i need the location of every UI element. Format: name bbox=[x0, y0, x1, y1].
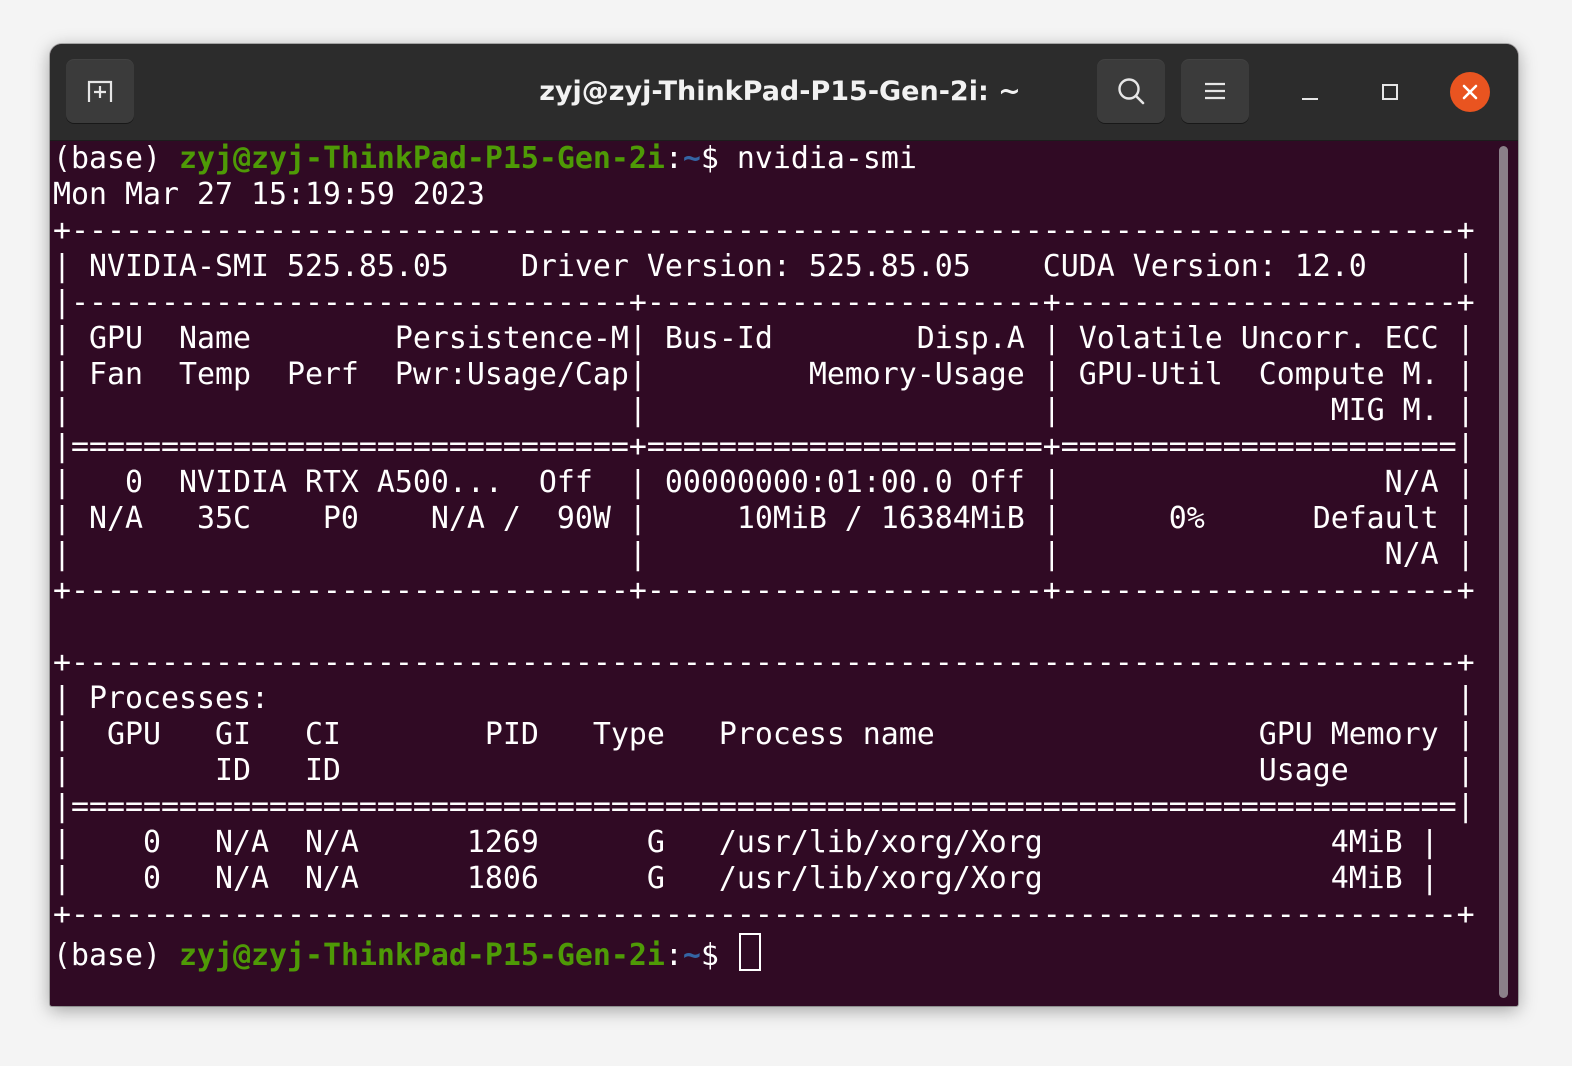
new-tab-icon bbox=[87, 80, 113, 102]
output-line: | | | MIG M. | bbox=[53, 393, 1475, 428]
terminal-output[interactable]: (base) zyj@zyj-ThinkPad-P15-Gen-2i:~$ nv… bbox=[53, 141, 1493, 1003]
prompt-user-host: zyj@zyj-ThinkPad-P15-Gen-2i bbox=[178, 938, 665, 973]
output-line: | 0 N/A N/A 1269 G /usr/lib/xorg/Xorg 4M… bbox=[53, 825, 1439, 860]
title-bar[interactable]: zyj@zyj-ThinkPad-P15-Gen-2i: ~ bbox=[50, 44, 1518, 141]
output-line: | 0 N/A N/A 1806 G /usr/lib/xorg/Xorg 4M… bbox=[53, 861, 1439, 896]
minimize-icon bbox=[1302, 98, 1318, 100]
prompt-symbol: $ bbox=[700, 938, 737, 973]
close-button[interactable] bbox=[1450, 72, 1490, 112]
output-line: | NVIDIA-SMI 525.85.05 Driver Version: 5… bbox=[53, 249, 1475, 284]
output-line: | GPU Name Persistence-M| Bus-Id Disp.A … bbox=[53, 321, 1475, 356]
prompt-user-host: zyj@zyj-ThinkPad-P15-Gen-2i bbox=[178, 141, 665, 176]
close-icon bbox=[1462, 84, 1478, 100]
prompt-path: ~ bbox=[682, 141, 701, 176]
prompt-separator: : bbox=[664, 938, 683, 973]
output-line: +-------------------------------+-------… bbox=[53, 573, 1475, 608]
new-tab-button[interactable] bbox=[66, 59, 134, 123]
output-line: | GPU GI CI PID Type Process name GPU Me… bbox=[53, 717, 1475, 752]
search-icon bbox=[1118, 78, 1145, 105]
search-button[interactable] bbox=[1097, 59, 1165, 123]
prompt-env: (base) bbox=[53, 141, 179, 176]
output-line: |=======================================… bbox=[53, 789, 1475, 824]
output-line: Mon Mar 27 15:19:59 2023 bbox=[53, 177, 485, 212]
terminal-window: zyj@zyj-ThinkPad-P15-Gen-2i: ~ (base) zy… bbox=[50, 44, 1518, 1006]
maximize-icon bbox=[1382, 84, 1398, 100]
output-line: |-------------------------------+-------… bbox=[53, 285, 1475, 320]
prompt-path: ~ bbox=[682, 938, 701, 973]
output-line: +---------------------------------------… bbox=[53, 897, 1475, 932]
hamburger-menu-icon bbox=[1205, 82, 1225, 100]
maximize-button[interactable] bbox=[1370, 72, 1410, 112]
output-line: | ID ID Usage | bbox=[53, 753, 1475, 788]
output-line: +---------------------------------------… bbox=[53, 645, 1475, 680]
output-line: +---------------------------------------… bbox=[53, 213, 1475, 248]
minimize-button[interactable] bbox=[1290, 72, 1330, 112]
window-title: zyj@zyj-ThinkPad-P15-Gen-2i: ~ bbox=[539, 76, 1021, 107]
output-line: | Processes: | bbox=[53, 681, 1475, 716]
output-line: |===============================+=======… bbox=[53, 429, 1475, 464]
menu-button[interactable] bbox=[1181, 59, 1249, 123]
output-line: | Fan Temp Perf Pwr:Usage/Cap| Memory-Us… bbox=[53, 357, 1475, 392]
output-line: | 0 NVIDIA RTX A500... Off | 00000000:01… bbox=[53, 465, 1475, 500]
scrollbar[interactable] bbox=[1499, 146, 1508, 998]
prompt-env: (base) bbox=[53, 938, 179, 973]
command-prompt-line: (base) zyj@zyj-ThinkPad-P15-Gen-2i:~$ nv… bbox=[53, 141, 917, 177]
prompt-symbol: $ bbox=[700, 141, 737, 176]
prompt-separator: : bbox=[664, 141, 683, 176]
output-line: | N/A 35C P0 N/A / 90W | 10MiB / 16384Mi… bbox=[53, 501, 1475, 536]
active-prompt-line[interactable]: (base) zyj@zyj-ThinkPad-P15-Gen-2i:~$ bbox=[53, 933, 761, 973]
text-cursor[interactable] bbox=[738, 933, 761, 971]
output-line: | | | N/A | bbox=[53, 537, 1475, 572]
prompt-command: nvidia-smi bbox=[736, 141, 917, 176]
